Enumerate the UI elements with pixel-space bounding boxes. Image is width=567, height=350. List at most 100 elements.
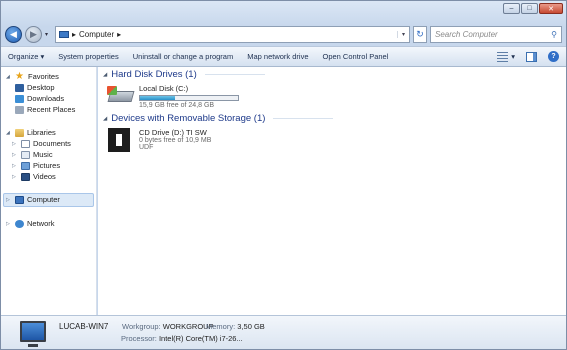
details-pane: LUCAB-WIN7 Workgroup: WORKGROUP Memory: … — [1, 315, 566, 349]
network-icon — [15, 219, 24, 228]
nav-label: Downloads — [27, 94, 65, 103]
nav-label: Videos — [33, 172, 56, 181]
processor-info: Processor: Intel(R) Core(TM) i7-26... — [121, 334, 243, 343]
drive-usage-fill — [140, 96, 176, 100]
computer-icon — [15, 195, 24, 204]
workgroup-info: Workgroup: WORKGROUP — [122, 322, 214, 331]
recent-pages-dropdown[interactable]: ▾ — [45, 31, 52, 38]
change-view-button[interactable]: ▾ — [497, 51, 515, 62]
nav-label: Desktop — [27, 83, 55, 92]
expand-icon[interactable]: ▷ — [12, 141, 18, 147]
drive-file-system: UDF — [139, 144, 154, 151]
back-button[interactable]: ◀ — [5, 25, 22, 43]
nav-label: Pictures — [33, 161, 61, 170]
navigation-pane: ◢ ★ Favorites Desktop Downloads Recent P… — [1, 67, 97, 317]
nav-label: Music — [33, 150, 53, 159]
toolbar-right: ▾ ? — [497, 51, 566, 62]
breadcrumb-computer[interactable]: Computer — [79, 30, 114, 39]
address-history-dropdown[interactable]: ▾ — [397, 30, 409, 38]
nav-recent-places[interactable]: Recent Places — [15, 105, 75, 114]
documents-icon — [21, 139, 30, 148]
computer-name: LUCAB-WIN7 — [59, 322, 109, 331]
breadcrumb-separator[interactable]: ▸ — [72, 30, 76, 39]
group-removable-storage[interactable]: ◢ Devices with Removable Storage (1) — [103, 113, 334, 124]
memory-value: 3,50 GB — [237, 322, 265, 331]
nav-network[interactable]: ▷ Network — [6, 219, 55, 228]
minimize-button[interactable]: – — [503, 3, 520, 14]
workgroup-label: Workgroup: — [122, 322, 161, 331]
group-title: Devices with Removable Storage (1) — [111, 113, 266, 124]
preview-pane-icon[interactable] — [526, 51, 537, 62]
view-icon — [497, 51, 509, 62]
nav-label: Libraries — [27, 128, 56, 137]
nav-pictures[interactable]: ▷ Pictures — [12, 161, 60, 170]
expand-icon[interactable]: ◢ — [6, 130, 12, 136]
nav-label: Documents — [33, 139, 71, 148]
hard-disk-icon — [107, 86, 135, 106]
open-control-panel-button[interactable]: Open Control Panel — [323, 52, 389, 61]
cd-drive-icon — [108, 128, 130, 152]
collapse-icon[interactable]: ◢ — [103, 72, 107, 78]
videos-icon — [21, 172, 30, 181]
processor-label: Processor: — [121, 334, 157, 343]
search-placeholder: Search Computer — [435, 29, 498, 39]
desktop-icon — [15, 83, 24, 92]
drive-free-space: 15,9 GB free of 24,8 GB — [139, 102, 215, 109]
maximize-button[interactable]: □ — [521, 3, 538, 14]
forward-button[interactable]: ▶ — [25, 25, 42, 43]
search-input[interactable]: Search Computer ⚲ — [430, 25, 562, 43]
window-controls: – □ ✕ — [503, 3, 563, 14]
close-button[interactable]: ✕ — [539, 3, 563, 14]
view-options-caret: ▾ — [511, 52, 515, 61]
map-network-drive-button[interactable]: Map network drive — [247, 52, 308, 61]
downloads-icon — [15, 94, 24, 103]
nav-videos[interactable]: ▷ Videos — [12, 172, 56, 181]
expand-icon[interactable]: ▷ — [6, 197, 12, 203]
expand-icon[interactable]: ▷ — [12, 163, 18, 169]
nav-label: Favorites — [28, 72, 59, 81]
drive-cd-d[interactable]: CD Drive (D:) TI SW 0 bytes free of 10,9… — [108, 128, 211, 152]
favorites-star-icon: ★ — [15, 70, 24, 82]
nav-label: Computer — [27, 195, 60, 204]
breadcrumb-separator[interactable]: ▸ — [117, 30, 121, 39]
expand-icon[interactable]: ▷ — [12, 174, 18, 180]
nav-downloads[interactable]: Downloads — [15, 94, 64, 103]
memory-label: Memory: — [206, 322, 236, 331]
drive-info: Local Disk (C:) 15,9 GB free of 24,8 GB — [139, 84, 239, 109]
computer-icon — [59, 30, 69, 38]
expand-icon[interactable]: ◢ — [6, 74, 12, 80]
nav-computer[interactable]: ▷ Computer — [6, 195, 60, 204]
drive-local-disk-c[interactable]: Local Disk (C:) 15,9 GB free of 24,8 GB — [107, 84, 239, 109]
drive-info: CD Drive (D:) TI SW 0 bytes free of 10,9… — [136, 128, 211, 152]
search-icon[interactable]: ⚲ — [547, 30, 561, 39]
group-divider — [273, 118, 334, 119]
nav-favorites[interactable]: ◢ ★ Favorites — [6, 70, 59, 82]
nav-libraries[interactable]: ◢ Libraries — [6, 128, 56, 137]
drive-name: CD Drive (D:) TI SW — [139, 128, 207, 137]
nav-label: Network — [27, 219, 55, 228]
pictures-icon — [21, 161, 30, 170]
group-hard-disk-drives[interactable]: ◢ Hard Disk Drives (1) — [103, 69, 265, 80]
uninstall-program-button[interactable]: Uninstall or change a program — [133, 52, 233, 61]
computer-icon — [20, 321, 46, 347]
nav-music[interactable]: ▷ Music — [12, 150, 53, 159]
nav-label: Recent Places — [27, 105, 76, 114]
group-title: Hard Disk Drives (1) — [111, 69, 197, 80]
organize-menu[interactable]: Organize ▾ — [8, 52, 44, 61]
explorer-window: – □ ✕ ◀ ▶ ▾ ▸ Computer ▸ ▾ ↻ Search Comp… — [0, 0, 567, 350]
drive-usage-bar — [139, 95, 239, 101]
nav-desktop[interactable]: Desktop — [15, 83, 55, 92]
nav-documents[interactable]: ▷ Documents — [12, 139, 71, 148]
refresh-button[interactable]: ↻ — [413, 25, 427, 43]
group-divider — [204, 74, 265, 75]
memory-info: Memory: 3,50 GB — [206, 322, 265, 331]
system-properties-button[interactable]: System properties — [58, 52, 118, 61]
expand-icon[interactable]: ▷ — [12, 152, 18, 158]
help-icon[interactable]: ? — [548, 51, 559, 62]
music-icon — [21, 150, 30, 159]
address-bar[interactable]: ▸ Computer ▸ ▾ — [55, 25, 410, 43]
drive-name: Local Disk (C:) — [139, 84, 189, 93]
collapse-icon[interactable]: ◢ — [103, 116, 107, 122]
expand-icon[interactable]: ▷ — [6, 221, 12, 227]
command-bar: Organize ▾ System properties Uninstall o… — [1, 46, 566, 67]
